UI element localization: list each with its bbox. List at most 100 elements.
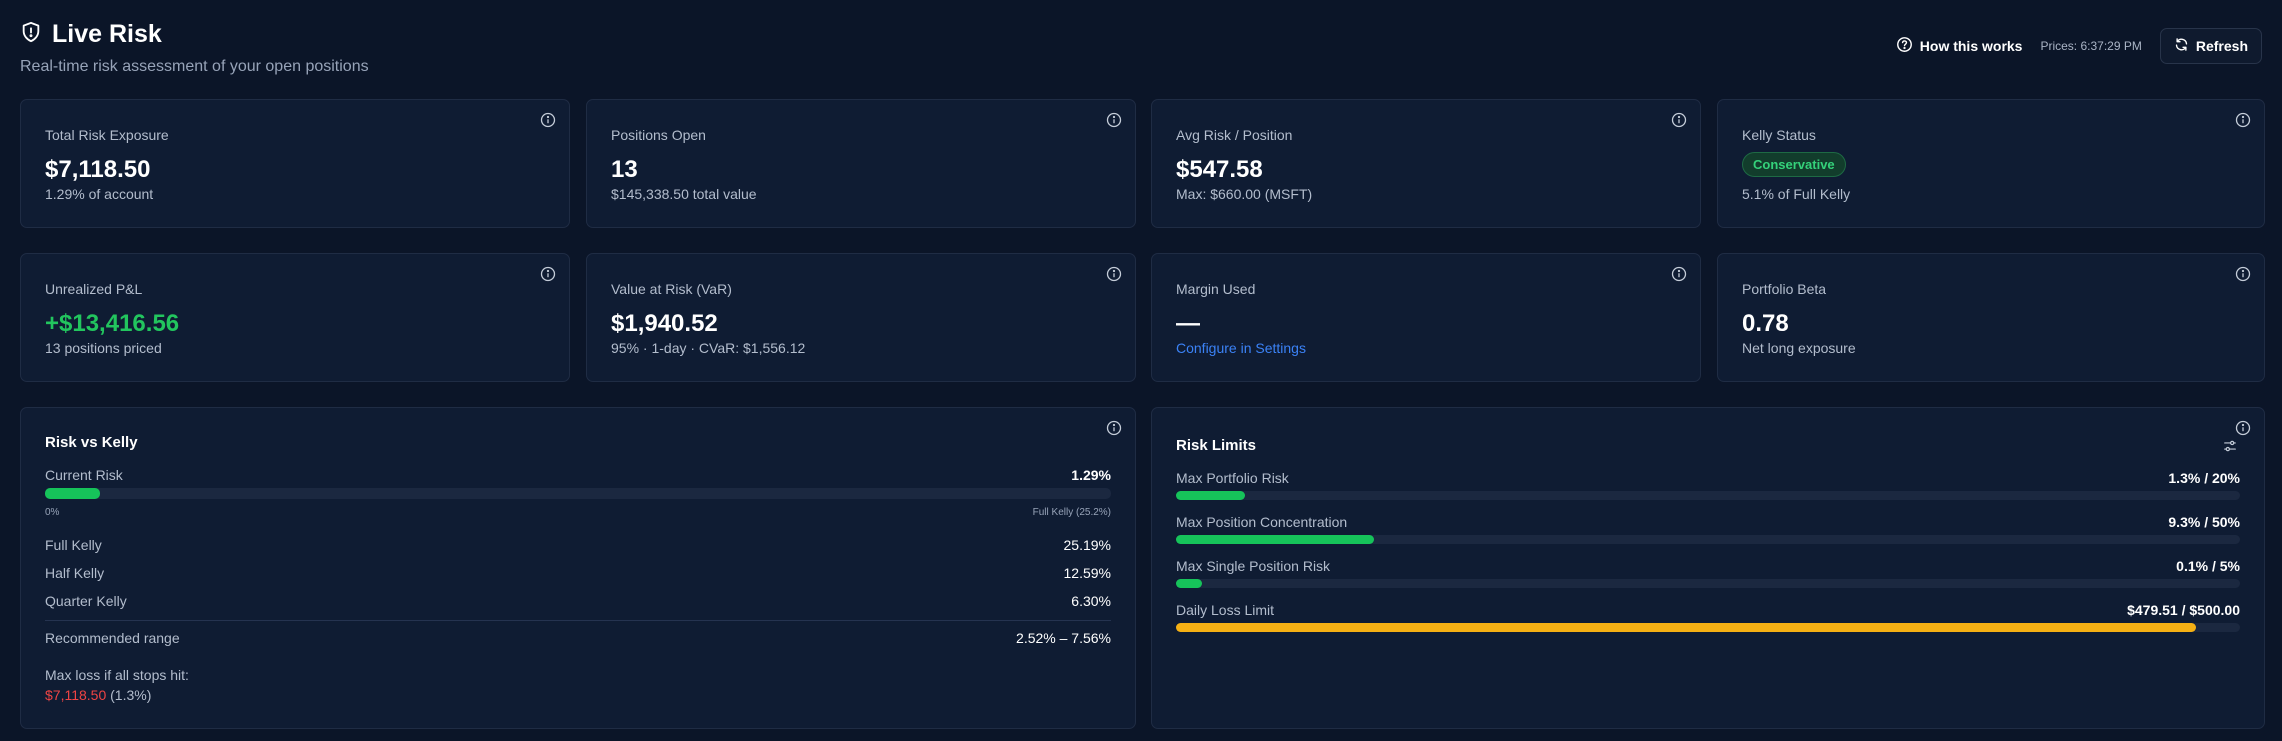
current-risk-label: Current Risk — [45, 467, 123, 483]
max-loss-pct: (1.3%) — [110, 687, 152, 703]
limit-label: Daily Loss Limit — [1176, 602, 1275, 618]
limit-label: Max Portfolio Risk — [1176, 470, 1289, 486]
info-icon[interactable] — [540, 266, 556, 282]
stat-card-var: Value at Risk (VaR) $1,940.52 95% · 1-da… — [586, 253, 1136, 382]
refresh-button[interactable]: Refresh — [2159, 28, 2262, 64]
sliders-settings-icon[interactable] — [2223, 439, 2237, 453]
kelly-row: Half Kelly 12.59% — [45, 565, 1111, 581]
stat-card-portfolio-beta: Portfolio Beta 0.78 Net long exposure — [1717, 253, 2265, 382]
limit-fill — [1176, 623, 2197, 632]
stat-sub: 95% · 1-day · CVaR: $1,556.12 — [611, 340, 806, 356]
how-this-works-link[interactable]: How this works — [1896, 36, 2023, 56]
current-risk-progress — [45, 488, 1111, 499]
stat-label: Total Risk Exposure — [45, 127, 169, 143]
limit-value: 9.3% / 50% — [2168, 514, 2240, 530]
recommended-range-label: Recommended range — [45, 630, 180, 646]
help-circle-icon — [1896, 36, 1913, 56]
stat-label: Unrealized P&L — [45, 281, 143, 297]
stat-value: 13 — [611, 156, 638, 183]
stat-value: $1,940.52 — [611, 310, 718, 337]
stat-card-unrealized-pnl: Unrealized P&L +$13,416.56 13 positions … — [20, 253, 570, 382]
kelly-row-value: 6.30% — [1071, 593, 1111, 609]
limit-fill — [1176, 491, 1246, 500]
panel-title: Risk Limits — [1176, 437, 1257, 454]
limit-row: Daily Loss Limit $479.51 / $500.00 — [1176, 602, 2240, 618]
stat-sub: 13 positions priced — [45, 340, 162, 356]
limit-progress — [1176, 623, 2240, 632]
max-loss-value: $7,118.50 — [45, 687, 107, 703]
limit-progress — [1176, 491, 2240, 500]
info-icon[interactable] — [2235, 420, 2251, 436]
stat-value: $547.58 — [1176, 156, 1263, 183]
panel-title: Risk vs Kelly — [45, 434, 138, 451]
stat-sub: 5.1% of Full Kelly — [1742, 186, 1851, 202]
limit-label: Max Single Position Risk — [1176, 558, 1331, 574]
axis-min-label: 0% — [45, 507, 60, 518]
divider — [45, 620, 1111, 621]
stat-label: Positions Open — [611, 127, 706, 143]
kelly-row-value: 25.19% — [1063, 537, 1111, 553]
stat-label: Portfolio Beta — [1742, 281, 1827, 297]
limit-fill — [1176, 535, 1374, 544]
stat-value: — — [1176, 310, 1200, 337]
max-loss-label: Max loss if all stops hit: — [45, 667, 189, 683]
limit-value: $479.51 / $500.00 — [2127, 602, 2240, 618]
max-loss-line: $7,118.50 (1.3%) — [45, 687, 151, 703]
page-title: Live Risk — [52, 20, 162, 48]
limit-label: Max Position Concentration — [1176, 514, 1348, 530]
stat-value: +$13,416.56 — [45, 310, 180, 337]
kelly-row: Full Kelly 25.19% — [45, 537, 1111, 553]
info-icon[interactable] — [1671, 112, 1687, 128]
refresh-icon — [2174, 37, 2189, 55]
stat-card-positions-open: Positions Open 13 $145,338.50 total valu… — [586, 99, 1136, 228]
risk-vs-kelly-panel: Risk vs Kelly Current Risk 1.29% 0% Full… — [20, 407, 1136, 729]
header-actions: How this works Prices: 6:37:29 PM Refres… — [1896, 28, 2262, 64]
stat-card-avg-risk: Avg Risk / Position $547.58 Max: $660.00… — [1151, 99, 1701, 228]
risk-limits-panel: Risk Limits Max Portfolio Risk 1.3% / 20… — [1151, 407, 2265, 729]
info-icon[interactable] — [2235, 266, 2251, 282]
stat-label: Value at Risk (VaR) — [611, 281, 732, 297]
stat-label: Avg Risk / Position — [1176, 127, 1293, 143]
stat-sub: Max: $660.00 (MSFT) — [1176, 186, 1313, 202]
limit-progress — [1176, 579, 2240, 588]
info-icon[interactable] — [540, 112, 556, 128]
stat-sub: $145,338.50 total value — [611, 186, 757, 202]
configure-settings-link[interactable]: Configure in Settings — [1176, 340, 1306, 356]
kelly-row-label: Quarter Kelly — [45, 593, 127, 609]
kelly-row-label: Half Kelly — [45, 565, 105, 581]
recommended-range-value: 2.52% – 7.56% — [1016, 630, 1111, 646]
current-risk-fill — [45, 488, 100, 499]
current-risk-row: Current Risk 1.29% — [45, 467, 1111, 483]
stat-card-total-risk: Total Risk Exposure $7,118.50 1.29% of a… — [20, 99, 570, 228]
prices-timestamp: Prices: 6:37:29 PM — [2040, 39, 2142, 53]
limit-row: Max Single Position Risk 0.1% / 5% — [1176, 558, 2240, 574]
info-icon[interactable] — [2235, 112, 2251, 128]
info-icon[interactable] — [1106, 112, 1122, 128]
stat-value: $7,118.50 — [45, 156, 151, 183]
how-this-works-label: How this works — [1919, 38, 2023, 54]
stat-value: 0.78 — [1742, 310, 1789, 337]
stat-sub: Net long exposure — [1742, 340, 1856, 356]
kelly-row-value: 12.59% — [1063, 565, 1111, 581]
stat-sub: 1.29% of account — [45, 186, 154, 202]
current-risk-value: 1.29% — [1071, 467, 1111, 483]
limit-row: Max Position Concentration 9.3% / 50% — [1176, 514, 2240, 530]
kelly-row-label: Full Kelly — [45, 537, 102, 553]
limit-row: Max Portfolio Risk 1.3% / 20% — [1176, 470, 2240, 486]
limit-value: 1.3% / 20% — [2168, 470, 2240, 486]
axis-max-label: Full Kelly (25.2%) — [1032, 507, 1111, 518]
info-icon[interactable] — [1671, 266, 1687, 282]
info-icon[interactable] — [1106, 420, 1122, 436]
refresh-label: Refresh — [2195, 38, 2248, 54]
info-icon[interactable] — [1106, 266, 1122, 282]
stat-card-margin-used: Margin Used — Configure in Settings — [1151, 253, 1701, 382]
limit-fill — [1176, 579, 1202, 588]
limit-progress — [1176, 535, 2240, 544]
stat-label: Margin Used — [1176, 281, 1256, 297]
stat-card-kelly-status: Kelly Status Conservative 5.1% of Full K… — [1717, 99, 2265, 228]
page-header: Live Risk Real-time risk assessment of y… — [20, 20, 2262, 80]
stat-label: Kelly Status — [1742, 127, 1816, 143]
recommended-range-row: Recommended range 2.52% – 7.56% — [45, 630, 1111, 646]
shield-icon — [20, 21, 42, 48]
status-badge: Conservative — [1742, 152, 1846, 177]
